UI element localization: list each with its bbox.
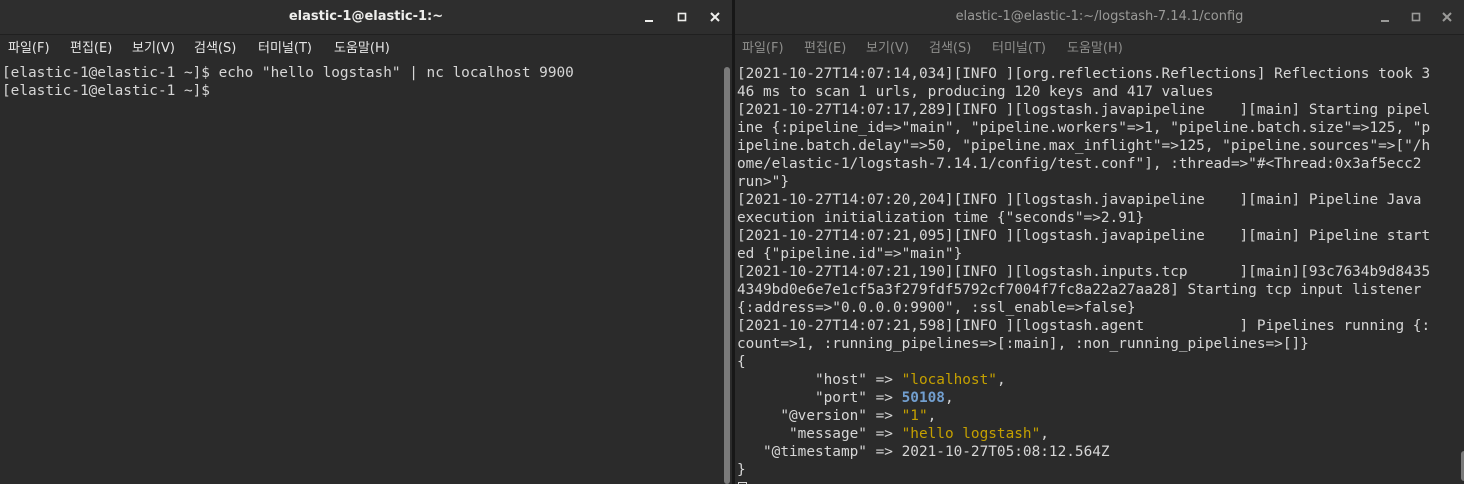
event-value: 50108 (901, 390, 945, 406)
event-field-timestamp: "@timestamp" => 2021-10-27T05:08:12.564Z (763, 444, 1110, 460)
log-line: [2021-10-27T14:07:20,204][INFO ][logstas… (737, 192, 1422, 208)
menu-search[interactable]: 검색(S) (194, 35, 236, 63)
maximize-button[interactable] (672, 7, 692, 27)
event-value: "1" (901, 408, 928, 424)
log-line: 4349bd0e6e7e1cf5a3f279fdf5792cf7004f7fc8… (737, 282, 1422, 298)
scrollbar[interactable] (722, 63, 732, 484)
event-field-host: "host" => "localhost", (814, 372, 1006, 388)
log-line: 46 ms to scan 1 urls, producing 120 keys… (737, 84, 1214, 100)
log-line: [2021-10-27T14:07:21,598][INFO ][logstas… (737, 318, 1431, 334)
window-title: elastic-1@elastic-1:~ (288, 9, 444, 24)
menu-file[interactable]: 파일(F) (742, 35, 784, 63)
terminal-window-left: elastic-1@elastic-1:~ 파일(F) 편집(E) 보기(V) … (0, 0, 732, 484)
menu-bar: 파일(F) 편집(E) 보기(V) 검색(S) 터미널(T) 도움말(H) (0, 35, 732, 63)
minimize-button[interactable] (639, 7, 659, 27)
log-line: [2021-10-27T14:07:21,190][INFO ][logstas… (737, 264, 1431, 280)
menu-bar: 파일(F) 편집(E) 보기(V) 검색(S) 터미널(T) 도움말(H) (735, 35, 1464, 63)
menu-terminal[interactable]: 터미널(T) (992, 35, 1046, 63)
terminal-window-right: elastic-1@elastic-1:~/logstash-7.14.1/co… (735, 0, 1464, 484)
event-field-version: "@version" => "1", (780, 408, 937, 424)
event-field-message: "message" => "hello logstash", (788, 426, 1049, 442)
menu-edit[interactable]: 편집(E) (804, 35, 846, 63)
log-line: [2021-10-27T14:07:21,095][INFO ][logstas… (737, 228, 1431, 244)
menu-search[interactable]: 검색(S) (929, 35, 971, 63)
close-icon (1442, 12, 1452, 22)
log-line: run>"} (737, 174, 789, 190)
menu-view[interactable]: 보기(V) (132, 35, 175, 63)
close-icon (710, 12, 720, 22)
event-value: "localhost" (901, 372, 997, 388)
maximize-icon (1411, 12, 1421, 22)
prompt-line: [elastic-1@elastic-1 ~]$ (2, 82, 722, 100)
log-line: execution initialization time {"seconds"… (737, 210, 1145, 226)
window-title: elastic-1@elastic-1:~/logstash-7.14.1/co… (955, 9, 1244, 24)
menu-help[interactable]: 도움말(H) (334, 35, 390, 63)
minimize-icon (645, 20, 653, 22)
event-field-port: "port" => 50108, (814, 390, 954, 406)
title-bar[interactable]: elastic-1@elastic-1:~/logstash-7.14.1/co… (735, 0, 1464, 35)
menu-edit[interactable]: 편집(E) (70, 35, 112, 63)
log-line: ed {"pipeline.id"=>"main"} (737, 246, 963, 262)
command-line: [elastic-1@elastic-1 ~]$ echo "hello log… (2, 65, 574, 81)
menu-view[interactable]: 보기(V) (866, 35, 909, 63)
log-line: count=>1, :running_pipelines=>[:main], :… (737, 336, 1309, 352)
menu-help[interactable]: 도움말(H) (1067, 35, 1123, 63)
maximize-button[interactable] (1406, 7, 1426, 27)
maximize-icon (677, 12, 687, 22)
log-line: [2021-10-27T14:07:17,289][INFO ][logstas… (737, 102, 1431, 118)
minimize-button[interactable] (1375, 7, 1395, 27)
close-button[interactable] (1437, 7, 1457, 27)
menu-terminal[interactable]: 터미널(T) (258, 35, 312, 63)
scrollbar-thumb[interactable] (724, 67, 730, 484)
closing-brace: } (737, 462, 746, 478)
minimize-icon (1381, 20, 1389, 22)
log-line: ipeline.batch.delay"=>50, "pipeline.max_… (737, 138, 1431, 154)
log-line: [2021-10-27T14:07:14,034][INFO ][org.ref… (737, 66, 1431, 82)
terminal-output[interactable]: [elastic-1@elastic-1 ~]$ echo "hello log… (0, 63, 722, 484)
title-bar[interactable]: elastic-1@elastic-1:~ (0, 0, 732, 35)
log-line: { (737, 354, 746, 370)
close-button[interactable] (705, 7, 725, 27)
event-value: "hello logstash" (901, 426, 1041, 442)
event-value: 2021-10-27T05:08:12.564Z (901, 444, 1110, 460)
menu-file[interactable]: 파일(F) (8, 35, 50, 63)
terminal-output[interactable]: [2021-10-27T14:07:14,034][INFO ][org.ref… (735, 63, 1459, 484)
prompt: [elastic-1@elastic-1 ~]$ (2, 83, 219, 99)
cursor-line (737, 479, 1459, 484)
log-line: {:address=>"0.0.0.0:9900", :ssl_enable=>… (737, 300, 1136, 316)
log-line: ome/elastic-1/logstash-7.14.1/config/tes… (737, 156, 1422, 172)
log-line: ine {:pipeline_id=>"main", "pipeline.wor… (737, 120, 1431, 136)
scrollbar[interactable] (1459, 63, 1464, 484)
